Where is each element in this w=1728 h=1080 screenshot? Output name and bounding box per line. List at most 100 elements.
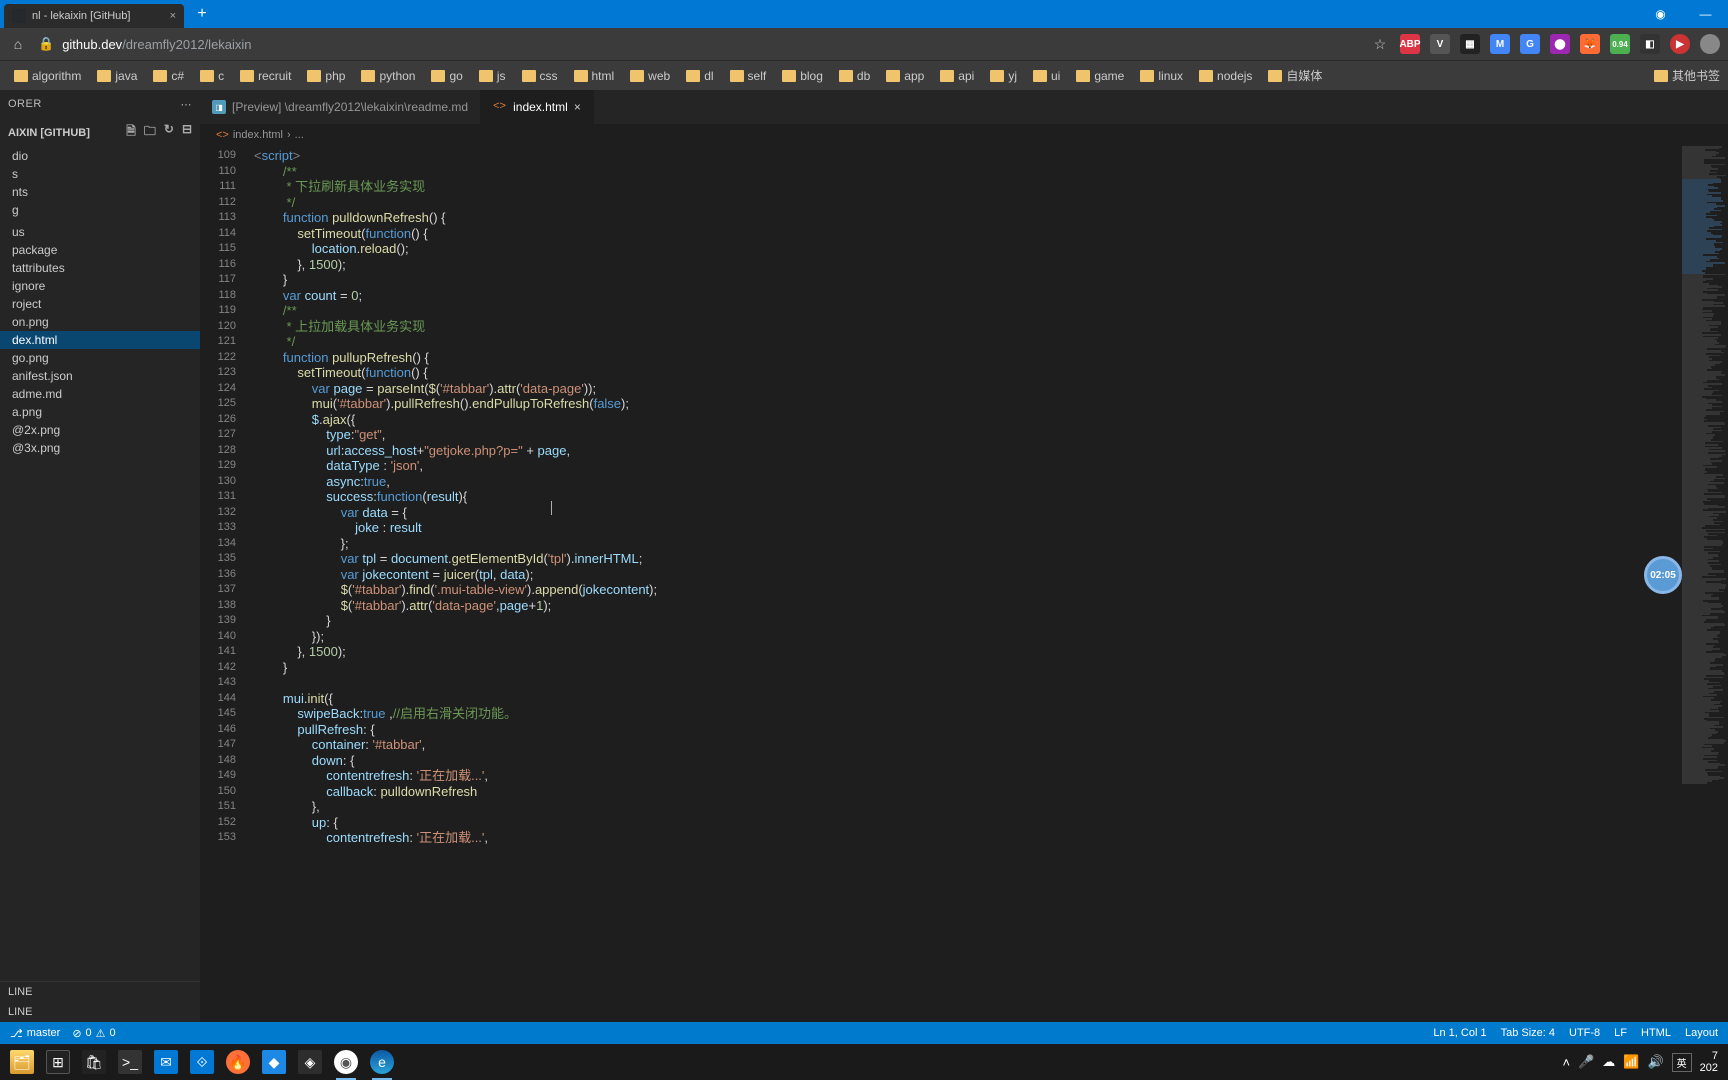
profile-icon[interactable] bbox=[1700, 34, 1720, 54]
ext-d1-icon[interactable]: ◧ bbox=[1640, 34, 1660, 54]
bookmark-dl[interactable]: dl bbox=[680, 67, 719, 85]
file-item[interactable]: package bbox=[0, 241, 200, 259]
code-editor[interactable]: 1091101111121131141151161171181191201211… bbox=[200, 146, 1728, 1022]
bookmark-html[interactable]: html bbox=[568, 67, 621, 85]
bookmark-java[interactable]: java bbox=[91, 67, 143, 85]
file-item[interactable]: roject bbox=[0, 295, 200, 313]
file-item[interactable]: us bbox=[0, 223, 200, 241]
tab-index-html[interactable]: <> index.html × bbox=[481, 90, 594, 124]
outline-section[interactable]: LINE bbox=[0, 982, 200, 1002]
code-content[interactable]: <script> /** * 下拉刷新具体业务实现 */ function pu… bbox=[248, 146, 1728, 1022]
bookmark-db[interactable]: db bbox=[833, 67, 876, 85]
bookmark-recruit[interactable]: recruit bbox=[234, 67, 297, 85]
tab-size[interactable]: Tab Size: 4 bbox=[1501, 1027, 1555, 1039]
bookmark-web[interactable]: web bbox=[624, 67, 676, 85]
ext-abp-icon[interactable]: ABP bbox=[1400, 34, 1420, 54]
browser-tab[interactable]: nl - lekaixin [GitHub] × bbox=[4, 4, 184, 28]
file-item[interactable]: s bbox=[0, 165, 200, 183]
project-title-row[interactable]: AIXIN [GITHUB] 🗎 🗀 ↻ ⊟ bbox=[0, 118, 200, 147]
collapse-icon[interactable]: ⊟ bbox=[182, 122, 192, 143]
tray-up-icon[interactable]: ˄ bbox=[1562, 1055, 1570, 1070]
minimap[interactable] bbox=[1680, 146, 1728, 1022]
bookmark-css[interactable]: css bbox=[516, 67, 564, 85]
ext-fox-icon[interactable]: 🦊 bbox=[1580, 34, 1600, 54]
other-bookmarks[interactable]: 其他书签 bbox=[1654, 67, 1720, 84]
refresh-icon[interactable]: ↻ bbox=[164, 122, 174, 143]
ext-m-icon[interactable]: M bbox=[1490, 34, 1510, 54]
file-item[interactable]: dex.html bbox=[0, 331, 200, 349]
problems-indicator[interactable]: ⊘ 0 ⚠ 0 bbox=[72, 1027, 115, 1040]
file-item[interactable]: ignore bbox=[0, 277, 200, 295]
file-item[interactable]: g bbox=[0, 201, 200, 219]
branch-indicator[interactable]: ⎇ master bbox=[10, 1027, 60, 1040]
file-item[interactable]: nts bbox=[0, 183, 200, 201]
layout-btn[interactable]: Layout bbox=[1685, 1027, 1718, 1039]
file-item[interactable]: anifest.json bbox=[0, 367, 200, 385]
file-item[interactable]: a.png bbox=[0, 403, 200, 421]
app-dark-icon[interactable]: ◈ bbox=[292, 1044, 328, 1080]
ext-v-icon[interactable]: V bbox=[1430, 34, 1450, 54]
language-mode[interactable]: HTML bbox=[1641, 1027, 1671, 1039]
bookmark-go[interactable]: go bbox=[425, 67, 468, 85]
bookmark-game[interactable]: game bbox=[1070, 67, 1130, 85]
bookmark-blog[interactable]: blog bbox=[776, 67, 829, 85]
tab-readme-preview[interactable]: ◨ [Preview] \dreamfly2012\lekaixin\readm… bbox=[200, 90, 481, 124]
file-item[interactable]: on.png bbox=[0, 313, 200, 331]
file-explorer-icon[interactable]: 🗂 bbox=[4, 1044, 40, 1080]
bookmark-python[interactable]: python bbox=[355, 67, 421, 85]
file-item[interactable]: @2x.png bbox=[0, 421, 200, 439]
edge-icon[interactable]: e bbox=[364, 1044, 400, 1080]
bookmark-self[interactable]: self bbox=[724, 67, 773, 85]
cursor-position[interactable]: Ln 1, Col 1 bbox=[1433, 1027, 1486, 1039]
bookmark-php[interactable]: php bbox=[301, 67, 351, 85]
encoding[interactable]: UTF-8 bbox=[1569, 1027, 1600, 1039]
explorer-more-icon[interactable]: ⋯ bbox=[181, 98, 193, 111]
file-item[interactable]: adme.md bbox=[0, 385, 200, 403]
file-item[interactable]: dio bbox=[0, 147, 200, 165]
clock-date[interactable]: 202 bbox=[1700, 1062, 1718, 1074]
eol[interactable]: LF bbox=[1614, 1027, 1627, 1039]
close-tab-icon[interactable]: × bbox=[574, 100, 581, 114]
file-item[interactable]: go.png bbox=[0, 349, 200, 367]
bookmark-ui[interactable]: ui bbox=[1027, 67, 1066, 85]
ime-indicator[interactable]: 英 bbox=[1672, 1053, 1692, 1072]
mail-icon[interactable]: ✉ bbox=[148, 1044, 184, 1080]
cloud-icon[interactable]: ☁ bbox=[1602, 1054, 1615, 1070]
bookmark-yj[interactable]: yj bbox=[984, 67, 1023, 85]
breadcrumb[interactable]: <> index.html › ... bbox=[200, 124, 1728, 146]
ext-score-icon[interactable]: 0.94 bbox=[1610, 34, 1630, 54]
bookmark-c#[interactable]: c# bbox=[147, 67, 190, 85]
bookmark-algorithm[interactable]: algorithm bbox=[8, 67, 87, 85]
task-view-icon[interactable]: ⊞ bbox=[40, 1044, 76, 1080]
ext-g-icon[interactable]: G bbox=[1520, 34, 1540, 54]
file-item[interactable]: tattributes bbox=[0, 259, 200, 277]
mic-icon[interactable]: 🎤 bbox=[1578, 1054, 1594, 1070]
wifi-icon[interactable]: 📶 bbox=[1623, 1054, 1639, 1070]
app-blue-icon[interactable]: ◆ bbox=[256, 1044, 292, 1080]
close-tab-icon[interactable]: × bbox=[170, 10, 176, 22]
terminal-icon[interactable]: >_ bbox=[112, 1044, 148, 1080]
bookmark-linux[interactable]: linux bbox=[1134, 67, 1189, 85]
file-item[interactable]: @3x.png bbox=[0, 439, 200, 457]
url-input[interactable]: 🔒 github.dev/dreamfly2012/lekaixin bbox=[38, 36, 1360, 52]
new-file-icon[interactable]: 🗎 bbox=[126, 122, 136, 143]
ext-d2-icon[interactable]: ▶ bbox=[1670, 34, 1690, 54]
bookmark-api[interactable]: api bbox=[934, 67, 980, 85]
chrome-icon[interactable]: ◉ bbox=[328, 1044, 364, 1080]
vscode-icon[interactable]: ⟐ bbox=[184, 1044, 220, 1080]
star-icon[interactable]: ☆ bbox=[1370, 36, 1390, 53]
ext-sq-icon[interactable]: ▦ bbox=[1460, 34, 1480, 54]
volume-icon[interactable]: 🔊 bbox=[1647, 1054, 1663, 1070]
minimize-icon[interactable]: — bbox=[1683, 0, 1728, 28]
new-tab-button[interactable]: + bbox=[190, 2, 214, 26]
new-folder-icon[interactable]: 🗀 bbox=[144, 122, 156, 143]
bookmark-app[interactable]: app bbox=[880, 67, 930, 85]
chrome-menu-icon[interactable]: ◉ bbox=[1638, 0, 1683, 28]
bookmark-c[interactable]: c bbox=[194, 67, 230, 85]
ext-p-icon[interactable]: ⬤ bbox=[1550, 34, 1570, 54]
timer-badge[interactable]: 02:05 bbox=[1644, 556, 1682, 594]
bookmark-自媒体[interactable]: 自媒体 bbox=[1262, 65, 1328, 86]
firefox-icon[interactable]: 🔥 bbox=[220, 1044, 256, 1080]
store-icon[interactable]: 🛍 bbox=[76, 1044, 112, 1080]
timeline-section[interactable]: LINE bbox=[0, 1002, 200, 1022]
